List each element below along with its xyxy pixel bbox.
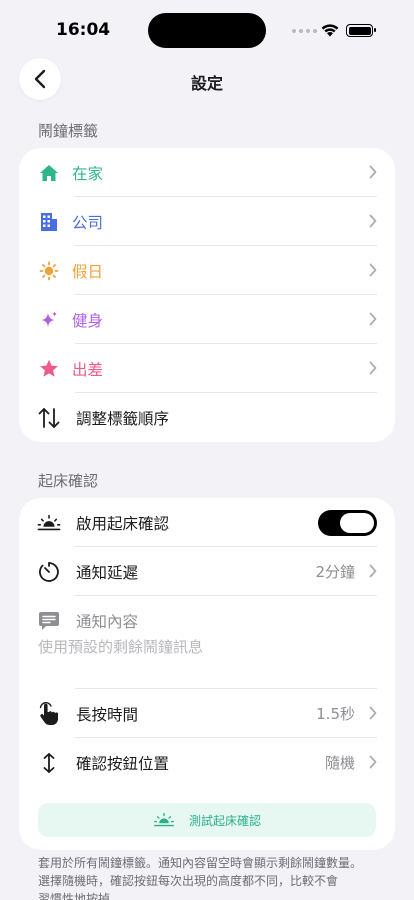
footer-line: 套用於所有鬧鐘標籤。通知內容留空時會顯示剩餘鬧鐘數量。 xyxy=(38,856,363,870)
confirm-button-position-row[interactable]: 確認按鈕位置 隨機 xyxy=(19,738,395,787)
label-text: 出差 xyxy=(72,360,104,379)
star-icon xyxy=(37,357,61,381)
sunrise-icon xyxy=(37,511,61,535)
house-icon xyxy=(37,161,61,185)
enable-wake-confirm-toggle[interactable] xyxy=(318,509,377,536)
label-text: 健身 xyxy=(72,311,104,330)
section-header-labels: 鬧鐘標籤 xyxy=(38,122,99,140)
label-row-business-trip[interactable]: 出差 xyxy=(19,344,395,393)
cellular-signal-icon xyxy=(292,29,317,33)
label-row-home[interactable]: 在家 xyxy=(19,148,395,197)
notification-content-label: 通知內容 xyxy=(76,612,139,631)
long-press-duration-value: 1.5秒 xyxy=(316,705,355,723)
label-row-office[interactable]: 公司 xyxy=(19,197,395,246)
message-icon xyxy=(37,609,61,633)
dynamic-island xyxy=(148,13,266,48)
battery-icon xyxy=(346,24,376,37)
notification-delay-label: 通知延遲 xyxy=(76,563,139,582)
chevron-right-icon xyxy=(369,564,377,578)
chevron-right-icon xyxy=(369,361,377,375)
wake-confirm-card: 啟用起床確認 通知延遲 2分鐘 通知內容 使用預設的剩餘鬧鐘訊息 長按時間 1.… xyxy=(19,498,395,850)
status-time: 16:04 xyxy=(56,20,111,40)
building-icon xyxy=(37,210,61,234)
long-press-duration-label: 長按時間 xyxy=(76,705,139,724)
chevron-right-icon xyxy=(369,263,377,277)
chevron-right-icon xyxy=(369,312,377,326)
reorder-labels-row[interactable]: 調整標籤順序 xyxy=(19,393,395,442)
confirm-button-position-label: 確認按鈕位置 xyxy=(76,754,170,773)
label-text: 假日 xyxy=(72,262,104,281)
page-title: 設定 xyxy=(190,74,223,93)
notification-delay-row[interactable]: 通知延遲 2分鐘 xyxy=(19,547,395,596)
vertical-arrows-icon xyxy=(37,751,61,775)
label-row-holiday[interactable]: 假日 xyxy=(19,246,395,295)
labels-card: 在家 公司 假日 健身 出差 調整標籤順序 xyxy=(19,148,395,442)
enable-wake-confirm-label: 啟用起床確認 xyxy=(76,514,170,533)
notification-content-input[interactable]: 使用預設的剩餘鬧鐘訊息 xyxy=(38,636,203,657)
status-bar: 16:04 xyxy=(0,0,414,56)
chevron-right-icon xyxy=(369,214,377,228)
section-header-wake-confirm: 起床確認 xyxy=(38,472,99,490)
footer-line: 習慣性地按掉。 xyxy=(38,892,123,900)
long-press-duration-row[interactable]: 長按時間 1.5秒 xyxy=(19,689,395,738)
confirm-button-position-value: 隨機 xyxy=(324,754,355,772)
test-wake-confirm-button[interactable]: 測試起床確認 xyxy=(38,803,376,837)
enable-wake-confirm-row: 啟用起床確認 xyxy=(19,498,395,547)
sunrise-icon xyxy=(154,812,174,827)
sun-icon xyxy=(37,259,61,283)
chevron-right-icon xyxy=(369,706,377,720)
test-wake-confirm-label: 測試起床確認 xyxy=(188,813,261,828)
timer-icon xyxy=(37,560,61,584)
label-row-fitness[interactable]: 健身 xyxy=(19,295,395,344)
footer-line: 選擇隨機時，確認按鈕每次出現的高度都不同，比較不會 xyxy=(38,874,339,888)
label-text: 公司 xyxy=(72,213,104,232)
notification-delay-value: 2分鐘 xyxy=(315,563,355,581)
wifi-icon xyxy=(321,24,339,37)
label-text: 在家 xyxy=(72,164,104,183)
reorder-labels-text: 調整標籤順序 xyxy=(76,409,170,428)
footer-note: 套用於所有鬧鐘標籤。通知內容留空時會顯示剩餘鬧鐘數量。 選擇隨機時，確認按鈕每次… xyxy=(38,854,378,900)
chevron-right-icon xyxy=(369,755,377,769)
reorder-arrows-icon xyxy=(37,406,61,430)
hand-tap-icon xyxy=(37,701,61,726)
chevron-right-icon xyxy=(369,165,377,179)
sparkles-icon xyxy=(37,308,61,332)
